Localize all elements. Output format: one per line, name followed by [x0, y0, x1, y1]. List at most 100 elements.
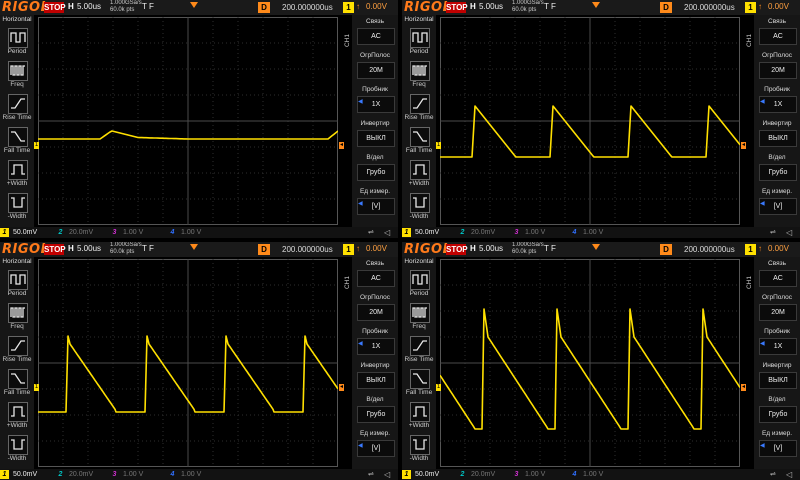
channel-menu-item[interactable]: Инвертир ВЫКЛ [756, 119, 798, 151]
channel-1-indicator[interactable]: 1 50.0mV [0, 228, 37, 237]
channel-1-indicator[interactable]: 1 50.0mV [402, 470, 439, 479]
channel-menu-item[interactable]: Связь AC [756, 259, 798, 291]
measure-period-button[interactable]: Period [404, 27, 434, 59]
measure-rise-time-button[interactable]: Rise Time [2, 93, 32, 125]
measure-width-button[interactable]: +Width [2, 401, 32, 433]
measure-width-button[interactable]: -Width [404, 192, 434, 224]
channel-menu-item[interactable]: ОгрПолос 20M [756, 51, 798, 83]
channel-number: 1 [0, 470, 9, 479]
channel-menu-item[interactable]: Инвертир ВЫКЛ [354, 361, 396, 393]
channel-menu-item[interactable]: ОгрПолос 20M [354, 293, 396, 325]
timebase-value: 5.00us [479, 244, 504, 253]
channel-menu-item[interactable]: Связь AC [354, 259, 396, 291]
channel-menu-item[interactable]: Ед измер. [V] ◀ [756, 187, 798, 219]
channel-menu-item[interactable]: Ед измер. [V] ◀ [756, 429, 798, 461]
channel-1-indicator[interactable]: 1 50.0mV [0, 470, 37, 479]
run-stop-status[interactable]: STOP [44, 244, 66, 255]
channel-menu-item[interactable]: Ед измер. [V] ◀ [354, 429, 396, 461]
channel-number: 1 [0, 228, 9, 237]
channel-menu-item[interactable]: В/дел Грубо [354, 153, 396, 185]
sample-rate: 1.000GSa/s [512, 242, 544, 248]
channel-menu-item[interactable]: В/дел Грубо [756, 153, 798, 185]
channel-3-indicator[interactable]: 3 1.00 V [512, 228, 546, 237]
brand-logo: RIGOL [2, 242, 50, 257]
plus-width-icon [410, 402, 430, 422]
measure-menu-header: Horizontal [2, 258, 32, 265]
channel-menu-item[interactable]: Пробник 1X ◀ [756, 327, 798, 359]
measure-freq-button[interactable]: Freq [404, 60, 434, 92]
trigger-flag: T F [544, 244, 556, 253]
trigger-level-marker[interactable]: ◂ [339, 384, 344, 391]
memory-depth: 60.0k pts [512, 7, 537, 13]
measure-label: Rise Time [2, 356, 32, 363]
ch1-offset-marker[interactable]: 1 [436, 384, 441, 391]
ch1-offset-marker[interactable]: 1 [34, 384, 39, 391]
measure-period-button[interactable]: Period [404, 269, 434, 301]
trigger-source: 1 [343, 244, 354, 255]
measure-fall-time-button[interactable]: Fall Time [2, 126, 32, 158]
channel-number: 4 [572, 229, 577, 236]
channel-4-indicator[interactable]: 4 1.00 V [168, 228, 202, 237]
measure-rise-time-button[interactable]: Rise Time [2, 335, 32, 367]
trigger-level-marker[interactable]: ◂ [741, 142, 746, 149]
measure-freq-button[interactable]: Freq [404, 302, 434, 334]
ch1-offset-marker[interactable]: 1 [436, 142, 441, 149]
run-stop-status[interactable]: STOP [446, 244, 468, 255]
menu-item-value: ВЫКЛ [759, 130, 797, 147]
channel-2-indicator[interactable]: 2 20.0mV [458, 228, 496, 237]
channel-menu-item[interactable]: ОгрПолос 20M [354, 51, 396, 83]
trigger-level-marker[interactable]: ◂ [741, 384, 746, 391]
channel-4-indicator[interactable]: 4 1.00 V [570, 228, 604, 237]
channel-menu-item[interactable]: ОгрПолос 20M [756, 293, 798, 325]
ch1-offset-marker[interactable]: 1 [34, 142, 39, 149]
scope-screen-bottom-right: RIGOL STOP H 5.00us 1.000GSa/s 60.0k pts… [402, 242, 800, 480]
measure-fall-time-button[interactable]: Fall Time [404, 126, 434, 158]
horizontal-label: H [470, 2, 476, 11]
run-stop-status[interactable]: STOP [44, 2, 66, 13]
measure-rise-time-button[interactable]: Rise Time [404, 335, 434, 367]
measure-fall-time-button[interactable]: Fall Time [2, 368, 32, 400]
channel-menu-item[interactable]: Ед измер. [V] ◀ [354, 187, 396, 219]
channel-2-indicator[interactable]: 2 20.0mV [56, 470, 94, 479]
channel-4-indicator[interactable]: 4 1.00 V [570, 470, 604, 479]
delay-value: 200.000000us [684, 245, 735, 254]
channel-menu-item[interactable]: В/дел Грубо [354, 395, 396, 427]
channel-menu-item[interactable]: Пробник 1X ◀ [354, 85, 396, 117]
trigger-position-marker [190, 244, 198, 250]
brand-logo: RIGOL [404, 242, 452, 257]
measure-width-button[interactable]: -Width [404, 434, 434, 466]
measure-freq-button[interactable]: Freq [2, 302, 32, 334]
channel-menu-item[interactable]: Пробник 1X ◀ [354, 327, 396, 359]
measure-width-button[interactable]: +Width [404, 401, 434, 433]
measure-width-button[interactable]: -Width [2, 434, 32, 466]
rise-time-icon [410, 94, 430, 114]
trigger-level-marker[interactable]: ◂ [339, 142, 344, 149]
measure-width-button[interactable]: +Width [404, 159, 434, 191]
delay-label: D [660, 244, 672, 255]
ch1-waveform [440, 308, 740, 430]
measure-width-button[interactable]: +Width [2, 159, 32, 191]
channel-3-indicator[interactable]: 3 1.00 V [110, 470, 144, 479]
measure-period-button[interactable]: Period [2, 27, 32, 59]
channel-4-indicator[interactable]: 4 1.00 V [168, 470, 202, 479]
channel-menu-item[interactable]: Пробник 1X ◀ [756, 85, 798, 117]
measure-fall-time-button[interactable]: Fall Time [404, 368, 434, 400]
channel-1-indicator[interactable]: 1 50.0mV [402, 228, 439, 237]
measure-width-button[interactable]: -Width [2, 192, 32, 224]
channel-scale: 20.0mV [471, 471, 496, 478]
channel-menu-item[interactable]: В/дел Грубо [756, 395, 798, 427]
channel-2-indicator[interactable]: 2 20.0mV [56, 228, 94, 237]
channel-2-indicator[interactable]: 2 20.0mV [458, 470, 496, 479]
channel-3-indicator[interactable]: 3 1.00 V [512, 470, 546, 479]
run-stop-status[interactable]: STOP [446, 2, 468, 13]
channel-menu-item[interactable]: Инвертир ВЫКЛ [354, 119, 396, 151]
menu-item-label: Инвертир [762, 120, 792, 127]
menu-item-label: ОгрПолос [360, 52, 390, 59]
channel-menu-item[interactable]: Инвертир ВЫКЛ [756, 361, 798, 393]
measure-period-button[interactable]: Period [2, 269, 32, 301]
measure-rise-time-button[interactable]: Rise Time [404, 93, 434, 125]
channel-3-indicator[interactable]: 3 1.00 V [110, 228, 144, 237]
measure-freq-button[interactable]: Freq [2, 60, 32, 92]
channel-menu-item[interactable]: Связь AC [756, 17, 798, 49]
channel-menu-item[interactable]: Связь AC [354, 17, 396, 49]
